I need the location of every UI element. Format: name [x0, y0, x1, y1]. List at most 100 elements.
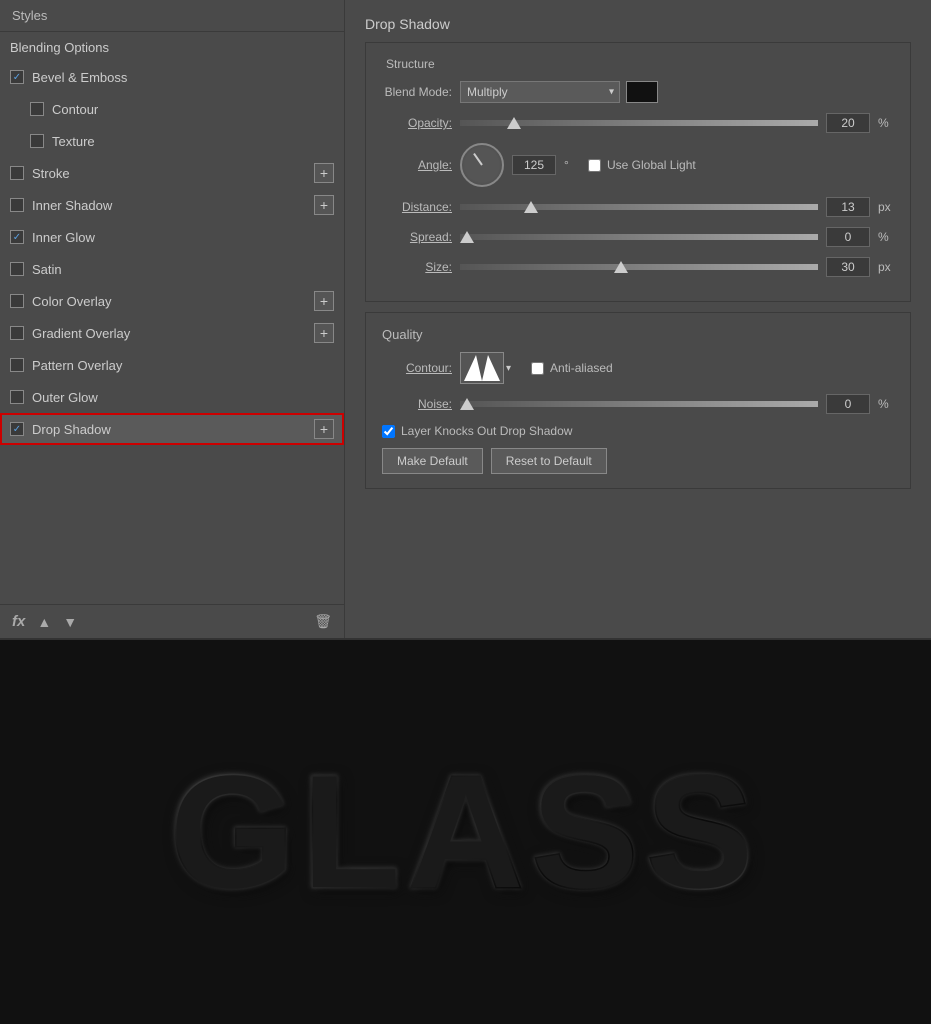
anti-aliased-checkbox[interactable]	[531, 362, 544, 375]
opacity-slider[interactable]	[460, 120, 818, 126]
noise-slider[interactable]	[460, 401, 818, 407]
blend-mode-color-swatch[interactable]	[626, 81, 658, 103]
spread-unit: %	[878, 230, 894, 244]
structure-subtitle: Structure	[382, 57, 894, 71]
move-down-icon[interactable]: ▼	[63, 614, 77, 630]
distance-slider[interactable]	[460, 204, 818, 210]
spread-input[interactable]	[826, 227, 870, 247]
size-label: Size:	[382, 260, 452, 274]
make-default-button[interactable]: Make Default	[382, 448, 483, 474]
right-panel: Drop Shadow Structure Blend Mode: Multip…	[345, 0, 931, 638]
contour-row: Contour: ▾ Anti-aliased	[382, 352, 894, 384]
contour-arrow-icon[interactable]: ▾	[506, 363, 511, 374]
sidebar-item-inner-glow[interactable]: ✓ Inner Glow	[0, 221, 344, 253]
glass-text-wrapper: GLASS	[170, 740, 761, 924]
sidebar-item-stroke[interactable]: Stroke +	[0, 157, 344, 189]
angle-row: Angle: ° Use Global Light	[382, 143, 894, 187]
opacity-label: Opacity:	[382, 116, 452, 130]
opacity-slider-thumb[interactable]	[507, 117, 521, 129]
spread-row: Spread: %	[382, 227, 894, 247]
quality-section: Quality Contour: ▾ Anti-aliased	[365, 312, 911, 489]
checkbox-outer-glow[interactable]	[10, 390, 24, 404]
checkbox-color-overlay[interactable]	[10, 294, 24, 308]
blend-mode-select-wrapper[interactable]: Multiply Normal Screen Overlay	[460, 81, 620, 103]
add-stroke-button[interactable]: +	[314, 163, 334, 183]
distance-row: Distance: px	[382, 197, 894, 217]
spread-slider-container[interactable]	[460, 234, 818, 240]
blend-mode-wrapper: Multiply Normal Screen Overlay	[460, 81, 658, 103]
sidebar-item-satin[interactable]: Satin	[0, 253, 344, 285]
checkbox-stroke[interactable]	[10, 166, 24, 180]
global-light-label[interactable]: Use Global Light	[588, 158, 696, 172]
contour-preview[interactable]	[460, 352, 504, 384]
sidebar-title: Styles	[0, 0, 344, 32]
sidebar-label-outer-glow: Outer Glow	[32, 390, 334, 405]
checkbox-satin[interactable]	[10, 262, 24, 276]
noise-label: Noise:	[382, 397, 452, 411]
opacity-slider-container[interactable]	[460, 120, 818, 126]
spread-label: Spread:	[382, 230, 452, 244]
add-inner-shadow-button[interactable]: +	[314, 195, 334, 215]
noise-input[interactable]	[826, 394, 870, 414]
add-color-overlay-button[interactable]: +	[314, 291, 334, 311]
add-drop-shadow-button[interactable]: +	[314, 419, 334, 439]
spread-slider[interactable]	[460, 234, 818, 240]
checkbox-drop-shadow[interactable]: ✓	[10, 422, 24, 436]
size-unit: px	[878, 260, 894, 274]
sidebar-item-drop-shadow[interactable]: ✓ Drop Shadow +	[0, 413, 344, 445]
sidebar-label-pattern-overlay: Pattern Overlay	[32, 358, 334, 373]
size-slider[interactable]	[460, 264, 818, 270]
distance-label: Distance:	[382, 200, 452, 214]
noise-row: Noise: %	[382, 394, 894, 414]
sidebar-label-gradient-overlay: Gradient Overlay	[32, 326, 310, 341]
blending-options-label[interactable]: Blending Options	[0, 32, 344, 61]
opacity-unit: %	[878, 116, 894, 130]
noise-slider-thumb[interactable]	[460, 398, 474, 410]
delete-icon[interactable]: 🗑	[314, 613, 332, 630]
size-slider-thumb[interactable]	[614, 261, 628, 273]
sidebar-item-color-overlay[interactable]: Color Overlay +	[0, 285, 344, 317]
blend-mode-select[interactable]: Multiply Normal Screen Overlay	[460, 81, 620, 103]
angle-dial[interactable]	[460, 143, 504, 187]
anti-aliased-label[interactable]: Anti-aliased	[531, 361, 613, 375]
angle-input[interactable]	[512, 155, 556, 175]
sidebar: Styles Blending Options ✓ Bevel & Emboss…	[0, 0, 345, 638]
sidebar-label-contour: Contour	[52, 102, 334, 117]
size-slider-container[interactable]	[460, 264, 818, 270]
size-input[interactable]	[826, 257, 870, 277]
layer-knocks-out-row: Layer Knocks Out Drop Shadow	[382, 424, 894, 438]
sidebar-item-pattern-overlay[interactable]: Pattern Overlay	[0, 349, 344, 381]
sidebar-item-outer-glow[interactable]: Outer Glow	[0, 381, 344, 413]
opacity-input[interactable]	[826, 113, 870, 133]
sidebar-item-bevel-emboss[interactable]: ✓ Bevel & Emboss	[0, 61, 344, 93]
reset-to-default-button[interactable]: Reset to Default	[491, 448, 607, 474]
distance-input[interactable]	[826, 197, 870, 217]
contour-svg	[464, 355, 500, 381]
sidebar-item-inner-shadow[interactable]: Inner Shadow +	[0, 189, 344, 221]
layer-knocks-out-label: Layer Knocks Out Drop Shadow	[401, 424, 572, 438]
checkbox-inner-glow[interactable]: ✓	[10, 230, 24, 244]
checkbox-texture[interactable]	[30, 134, 44, 148]
fx-icon[interactable]: fx	[12, 613, 25, 630]
angle-section: ° Use Global Light	[460, 143, 696, 187]
spread-slider-thumb[interactable]	[460, 231, 474, 243]
opacity-row: Opacity: %	[382, 113, 894, 133]
sidebar-item-texture[interactable]: Texture	[0, 125, 344, 157]
checkbox-gradient-overlay[interactable]	[10, 326, 24, 340]
blend-mode-label: Blend Mode:	[382, 85, 452, 99]
checkbox-inner-shadow[interactable]	[10, 198, 24, 212]
layer-knocks-out-checkbox[interactable]	[382, 425, 395, 438]
checkbox-bevel-emboss[interactable]: ✓	[10, 70, 24, 84]
checkbox-pattern-overlay[interactable]	[10, 358, 24, 372]
distance-slider-thumb[interactable]	[524, 201, 538, 213]
contour-dropdown[interactable]: ▾	[460, 352, 511, 384]
global-light-checkbox[interactable]	[588, 159, 601, 172]
add-gradient-overlay-button[interactable]: +	[314, 323, 334, 343]
sidebar-item-gradient-overlay[interactable]: Gradient Overlay +	[0, 317, 344, 349]
checkbox-contour[interactable]	[30, 102, 44, 116]
sidebar-item-contour[interactable]: Contour	[0, 93, 344, 125]
distance-slider-container[interactable]	[460, 204, 818, 210]
move-up-icon[interactable]: ▲	[37, 614, 51, 630]
noise-slider-container[interactable]	[460, 401, 818, 407]
canvas-text: GLASS	[170, 742, 761, 921]
